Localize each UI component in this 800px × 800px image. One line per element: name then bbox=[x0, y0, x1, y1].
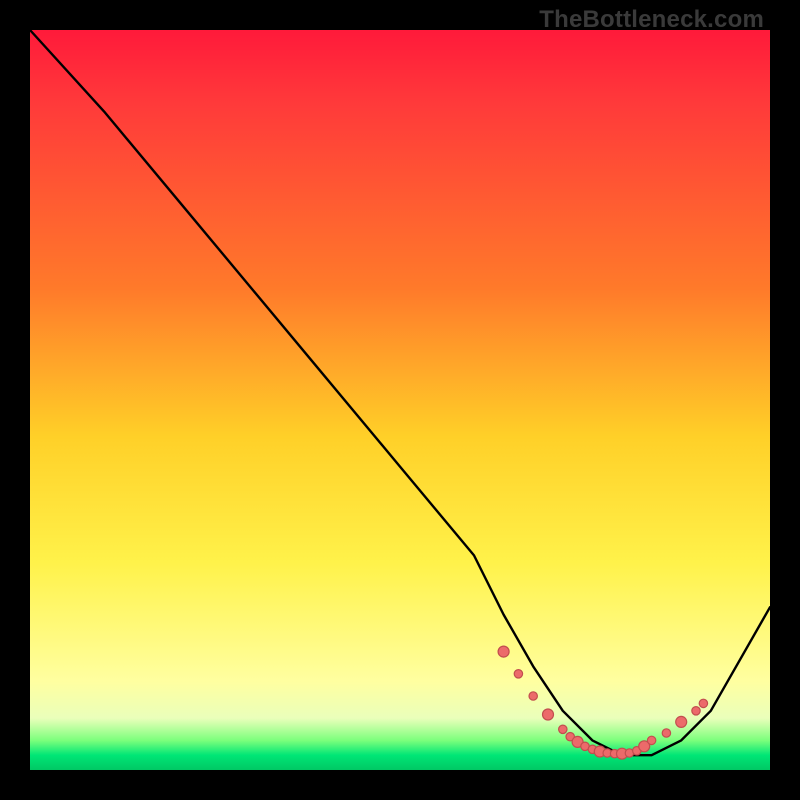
marker-dot bbox=[662, 729, 670, 737]
marker-dot bbox=[543, 709, 554, 720]
bottleneck-curve bbox=[30, 30, 770, 755]
marker-dot bbox=[559, 725, 567, 733]
marker-dot bbox=[647, 736, 655, 744]
marker-dot bbox=[676, 716, 687, 727]
marker-dot bbox=[699, 699, 707, 707]
marker-dot bbox=[529, 692, 537, 700]
marker-dot bbox=[498, 646, 509, 657]
marker-dot bbox=[514, 670, 522, 678]
chart-svg bbox=[30, 30, 770, 770]
watermark-text: TheBottleneck.com bbox=[539, 6, 764, 34]
chart-frame bbox=[30, 30, 770, 770]
marker-dot bbox=[692, 707, 700, 715]
